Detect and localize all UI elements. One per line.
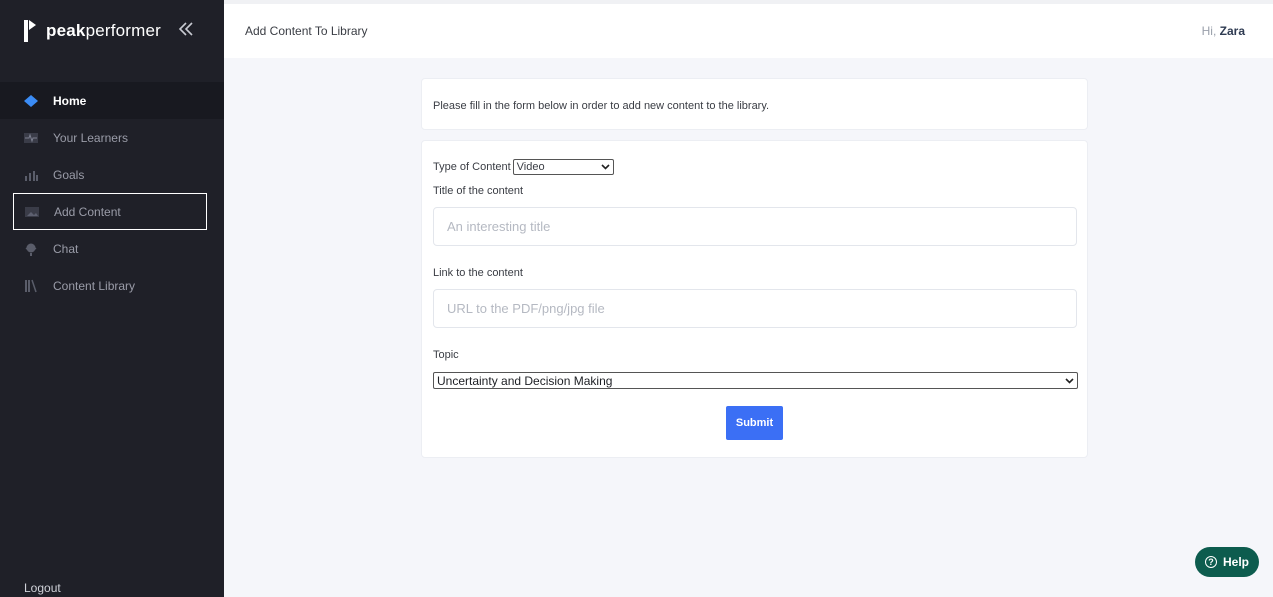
link-label: Link to the content xyxy=(433,267,523,279)
question-icon: ? xyxy=(1204,556,1217,568)
user-greeting: Hi, Zara xyxy=(1202,24,1245,38)
add-content-form: Type of Content Video Title of the conte… xyxy=(421,140,1088,458)
topic-label: Topic xyxy=(433,349,459,361)
intro-text: Please fill in the form below in order t… xyxy=(433,100,770,112)
link-input[interactable]: URL to the PDF/png/jpg file xyxy=(433,289,1077,328)
content-type-value: Video xyxy=(516,161,545,173)
top-bar: Add Content To Library Hi, Zara xyxy=(224,0,1273,58)
sidebar-nav: Home Your Learners Goals Add Content Cha… xyxy=(0,82,224,304)
sidebar-item-chat[interactable]: Chat xyxy=(0,230,224,267)
sidebar: peakperformer Home Your Learners Goals A… xyxy=(0,0,224,597)
link-placeholder: URL to the PDF/png/jpg file xyxy=(447,301,605,316)
logo-icon xyxy=(24,20,38,42)
sidebar-item-label: Add Content xyxy=(54,204,121,219)
bar-chart-icon xyxy=(24,168,38,182)
chat-icon xyxy=(24,242,38,256)
topic-value: Uncertainty and Decision Making xyxy=(437,373,613,388)
sidebar-item-content-library[interactable]: Content Library xyxy=(0,267,224,304)
submit-button[interactable]: Submit xyxy=(726,406,783,440)
content-type-label: Type of Content xyxy=(433,161,511,173)
topic-select[interactable]: Uncertainty and Decision Making xyxy=(433,372,1078,389)
title-label: Title of the content xyxy=(433,185,524,197)
diamond-icon xyxy=(24,94,38,108)
greeting-prefix: Hi, xyxy=(1201,24,1217,38)
logout-link[interactable]: Logout xyxy=(24,581,61,595)
brand-logo[interactable]: peakperformer xyxy=(24,19,161,43)
brand-name-bold: peak xyxy=(46,21,86,40)
library-icon xyxy=(24,279,38,293)
sidebar-item-label: Goals xyxy=(53,167,85,182)
help-button[interactable]: ? Help xyxy=(1195,547,1259,577)
sidebar-item-home[interactable]: Home xyxy=(0,82,224,119)
sidebar-item-label: Chat xyxy=(53,241,79,256)
chevron-down-icon xyxy=(601,162,610,172)
sidebar-item-label: Home xyxy=(53,93,87,108)
title-input[interactable]: An interesting title xyxy=(433,207,1077,246)
sidebar-item-add-content[interactable]: Add Content xyxy=(13,193,207,230)
help-label: Help xyxy=(1222,555,1249,569)
sidebar-item-your-learners[interactable]: Your Learners xyxy=(0,119,224,156)
content-type-select[interactable]: Video xyxy=(512,159,614,175)
content-type-row: Type of Content Video xyxy=(433,159,614,175)
collapse-sidebar-icon[interactable] xyxy=(176,19,198,41)
page-title: Add Content To Library xyxy=(245,24,368,38)
sidebar-item-label: Your Learners xyxy=(53,130,128,145)
chevron-down-icon xyxy=(1065,376,1074,386)
pulse-icon xyxy=(24,131,38,145)
sidebar-item-goals[interactable]: Goals xyxy=(0,156,224,193)
brand-name-rest: performer xyxy=(85,21,162,40)
user-name[interactable]: Zara xyxy=(1220,24,1245,38)
sidebar-item-label: Content Library xyxy=(53,278,136,293)
image-icon xyxy=(25,205,39,219)
title-placeholder: An interesting title xyxy=(447,219,551,234)
intro-card: Please fill in the form below in order t… xyxy=(421,78,1088,130)
